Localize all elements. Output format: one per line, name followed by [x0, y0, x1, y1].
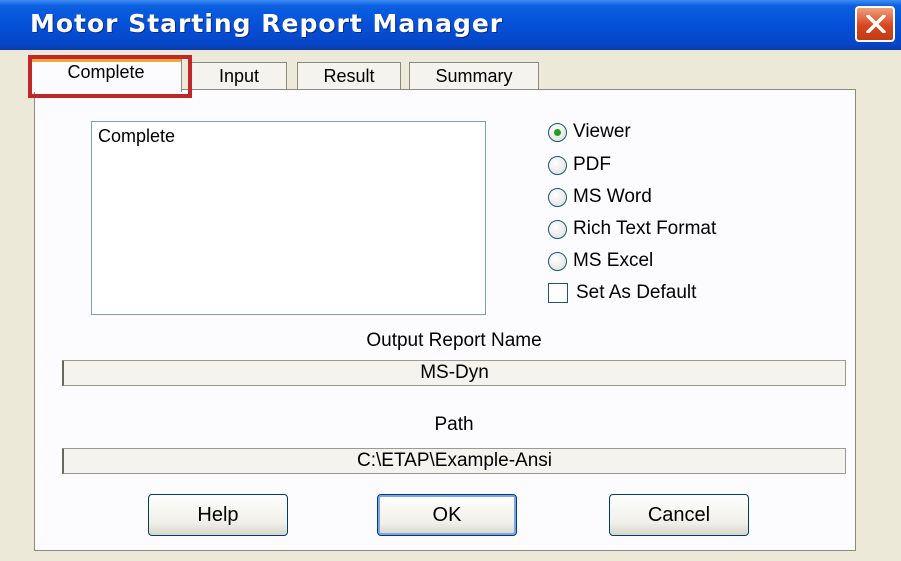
- close-icon: [866, 15, 886, 33]
- radio-label: MS Word: [573, 186, 652, 207]
- help-button[interactable]: Help: [148, 494, 288, 536]
- tab-summary[interactable]: Summary: [409, 62, 539, 90]
- output-report-name-label: Output Report Name: [366, 330, 542, 351]
- cancel-button[interactable]: Cancel: [609, 494, 749, 536]
- ok-button[interactable]: OK: [377, 494, 517, 536]
- tab-complete[interactable]: Complete: [30, 58, 182, 92]
- radio-checked-icon: [548, 122, 567, 142]
- checkbox-icon: [548, 283, 568, 303]
- radio-ms-excel[interactable]: MS Excel: [548, 248, 653, 274]
- radio-icon: [548, 219, 567, 239]
- radio-rich-text-format[interactable]: Rich Text Format: [548, 216, 716, 242]
- output-report-name-field: MS-Dyn: [62, 360, 846, 386]
- radio-label: Rich Text Format: [573, 218, 717, 239]
- radio-ms-word[interactable]: MS Word: [548, 184, 652, 210]
- path-field: C:\ETAP\Example-Ansi: [62, 448, 846, 474]
- radio-icon: [548, 251, 567, 271]
- tab-result[interactable]: Result: [297, 62, 401, 90]
- window-title: Motor Starting Report Manager: [30, 9, 504, 38]
- close-button[interactable]: [855, 6, 895, 42]
- radio-icon: [548, 155, 567, 175]
- tab-input[interactable]: Input: [191, 62, 287, 90]
- set-default-checkbox[interactable]: Set As Default: [548, 280, 696, 306]
- radio-pdf[interactable]: PDF: [548, 152, 611, 178]
- checkbox-label: Set As Default: [576, 282, 697, 303]
- report-manager-dialog: Motor Starting Report Manager Complete I…: [0, 0, 901, 561]
- radio-icon: [548, 187, 567, 207]
- radio-label: PDF: [573, 154, 611, 175]
- list-item[interactable]: Complete: [98, 126, 479, 147]
- title-bar[interactable]: Motor Starting Report Manager: [0, 0, 901, 50]
- radio-label: Viewer: [573, 121, 631, 142]
- radio-label: MS Excel: [573, 250, 654, 271]
- report-list[interactable]: Complete: [91, 121, 486, 315]
- radio-viewer[interactable]: Viewer: [548, 119, 631, 145]
- path-label: Path: [434, 414, 474, 435]
